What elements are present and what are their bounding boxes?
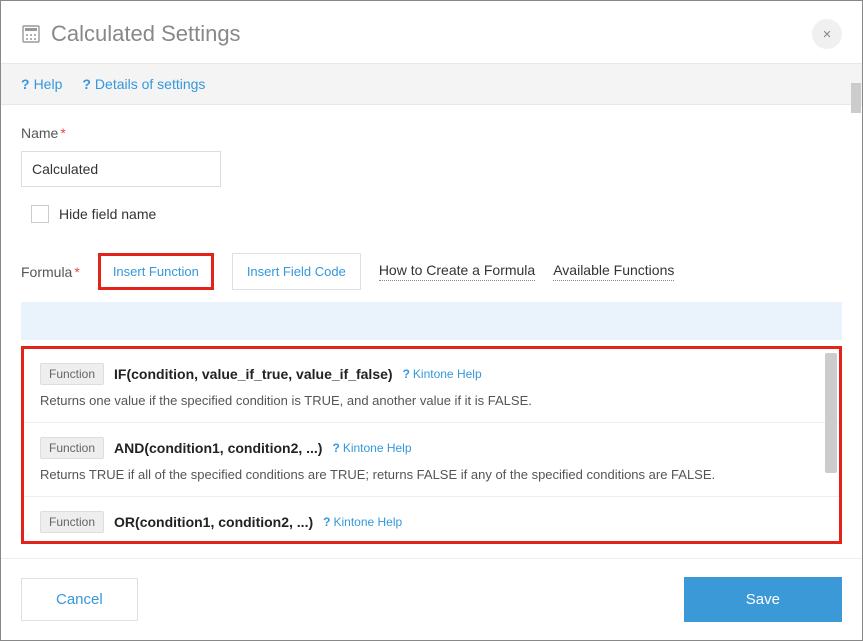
function-header: Function OR(condition1, condition2, ...)… [40,511,823,533]
details-settings-link[interactable]: ? Details of settings [82,76,205,92]
function-description: Returns one value if the specified condi… [40,393,823,408]
function-list-inner: Function IF(condition, value_if_true, va… [24,349,839,541]
hide-field-checkbox[interactable] [31,205,49,223]
function-badge: Function [40,511,104,533]
how-to-create-formula-link[interactable]: How to Create a Formula [379,262,535,281]
modal-footer: Cancel Save [1,558,862,640]
function-item-or[interactable]: Function OR(condition1, condition2, ...)… [24,497,839,541]
help-icon: ? [323,515,330,529]
help-icon: ? [332,441,339,455]
modal-header: Calculated Settings × [1,1,862,63]
insert-function-button[interactable]: Insert Function [98,253,214,290]
formula-label: Formula* [21,264,80,280]
function-description: Returns TRUE if all of the specified con… [40,467,823,482]
function-item-if[interactable]: Function IF(condition, value_if_true, va… [24,349,839,423]
close-button[interactable]: × [812,19,842,49]
function-signature: AND(condition1, condition2, ...) [114,440,322,456]
calculator-icon [21,24,41,44]
cancel-button[interactable]: Cancel [21,578,138,621]
close-icon: × [823,26,832,43]
function-header: Function AND(condition1, condition2, ...… [40,437,823,459]
formula-row: Formula* Insert Function Insert Field Co… [21,253,842,290]
modal-title: Calculated Settings [51,21,241,47]
function-panel-scrollbar[interactable] [825,353,837,473]
function-signature: IF(condition, value_if_true, value_if_fa… [114,366,393,382]
function-help-link[interactable]: ?Kintone Help [403,367,482,381]
function-signature: OR(condition1, condition2, ...) [114,514,313,530]
help-link[interactable]: ? Help [21,76,62,92]
modal-title-wrap: Calculated Settings [21,21,241,47]
function-help-link[interactable]: ?Kintone Help [323,515,402,529]
hide-field-label: Hide field name [59,206,156,222]
formula-input[interactable] [21,302,842,340]
name-input[interactable] [21,151,221,187]
function-list-panel: Function IF(condition, value_if_true, va… [21,346,842,544]
required-star: * [74,264,79,280]
help-icon: ? [82,76,91,92]
help-link-label: Help [34,76,63,92]
details-settings-label: Details of settings [95,76,206,92]
hide-field-row: Hide field name [31,205,842,223]
calculated-settings-modal: Calculated Settings × ? Help ? Details o… [0,0,863,641]
available-functions-link[interactable]: Available Functions [553,262,674,281]
help-icon: ? [403,367,410,381]
function-item-and[interactable]: Function AND(condition1, condition2, ...… [24,423,839,497]
help-bar: ? Help ? Details of settings [1,63,862,105]
name-label: Name* [21,125,842,141]
help-icon: ? [21,76,30,92]
function-badge: Function [40,363,104,385]
function-badge: Function [40,437,104,459]
function-help-link[interactable]: ?Kintone Help [332,441,411,455]
insert-field-code-button[interactable]: Insert Field Code [232,253,361,290]
required-star: * [60,125,65,141]
function-header: Function IF(condition, value_if_true, va… [40,363,823,385]
save-button[interactable]: Save [684,577,842,622]
modal-body: Name* Hide field name Formula* Insert Fu… [1,105,862,558]
